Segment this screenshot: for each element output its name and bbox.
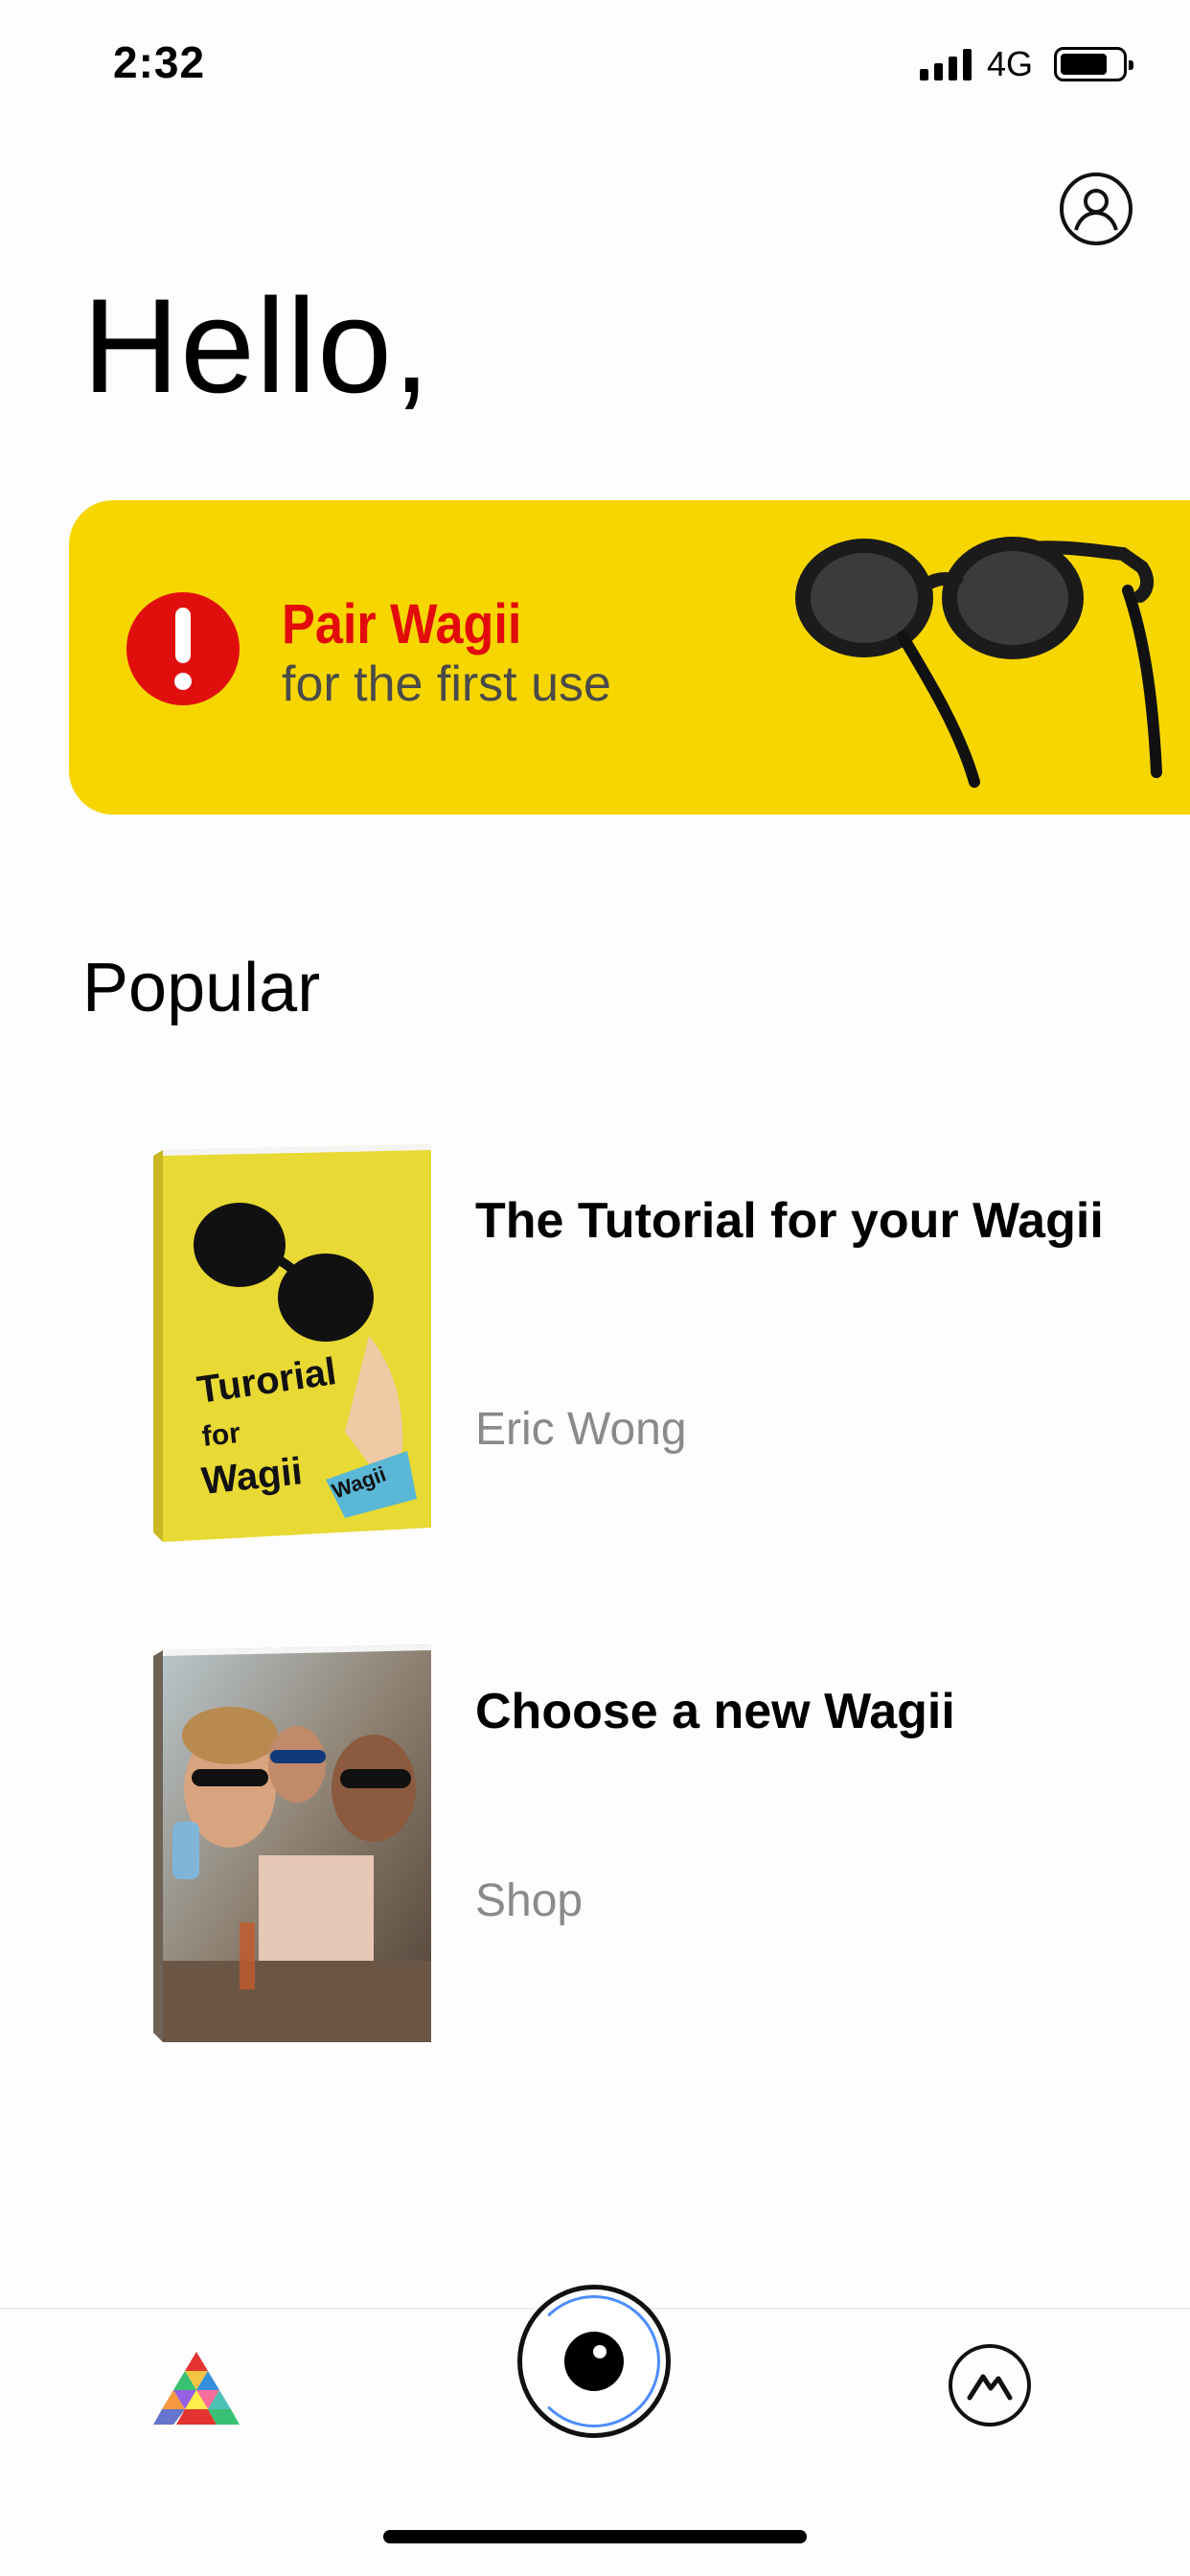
status-time: 2:32: [113, 37, 206, 87]
alert-icon: [126, 592, 240, 705]
explore-tab-button[interactable]: [949, 2344, 1031, 2426]
pair-banner-subtitle: for the first use: [282, 656, 611, 712]
pair-device-banner[interactable]: Pair Wagii for the first use: [69, 500, 1190, 815]
mountain-circle-icon: [967, 2374, 1013, 2401]
popular-item-title: The Tutorial for your Wagii: [475, 1193, 1104, 1249]
profile-button[interactable]: [1060, 172, 1133, 245]
colorful-pyramid-icon[interactable]: [153, 2350, 240, 2426]
battery-icon: [1054, 47, 1133, 81]
shop-book-cover: [153, 1644, 431, 2042]
eye-camera-icon: [564, 2332, 624, 2391]
popular-item-subtitle: Eric Wong: [475, 1404, 687, 1455]
user-circle-icon: [1074, 189, 1118, 231]
status-icons: 4G: [919, 44, 1133, 84]
popular-item-shop[interactable]: Choose a new Wagii Shop: [153, 1644, 1111, 2047]
app-screen: 2:32 4G Hello, Pair Wagii for the first …: [0, 0, 1190, 2576]
greeting-title: Hello,: [82, 270, 431, 421]
camera-button[interactable]: [517, 2285, 671, 2438]
tutorial-book-cover: Wagii Turorial for Wagii: [153, 1144, 431, 1542]
home-indicator: [383, 2530, 807, 2543]
popular-heading: Popular: [82, 950, 321, 1026]
popular-item-subtitle: Shop: [475, 1875, 584, 1926]
network-type: 4G: [986, 44, 1033, 83]
popular-item-title: Choose a new Wagii: [475, 1684, 955, 1739]
signal-icon: [919, 48, 972, 80]
pair-banner-title: Pair Wagii: [282, 593, 522, 656]
popular-item-tutorial[interactable]: Wagii Turorial for Wagii The Tutorial fo…: [153, 1144, 1111, 1547]
sunglasses-image: [795, 537, 1162, 788]
cover-title-line-2: for: [200, 1417, 242, 1453]
